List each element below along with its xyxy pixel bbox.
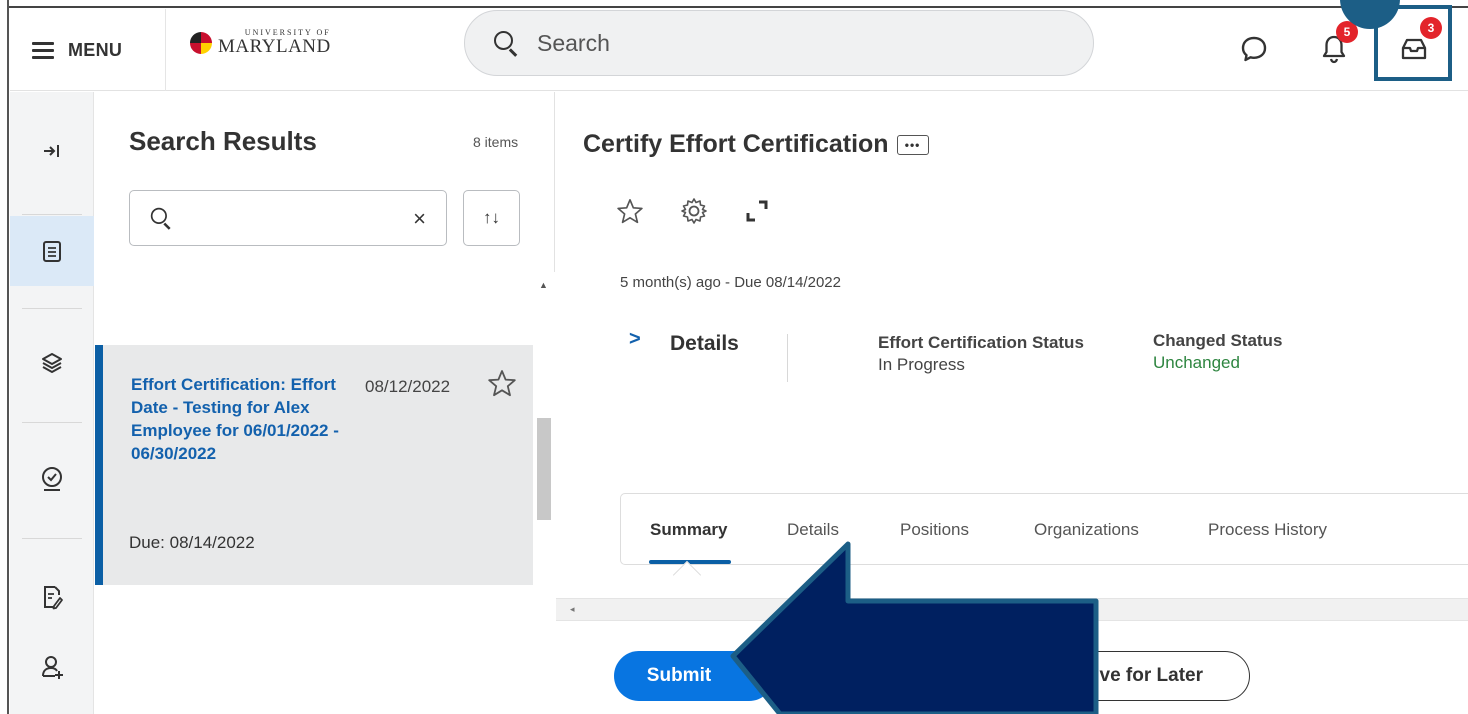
- chat-bubble-icon: [1241, 36, 1267, 62]
- scrollbar-thumb[interactable]: [537, 418, 551, 520]
- rail-item-edit-document[interactable]: [10, 562, 94, 632]
- page-toolbar: [616, 197, 770, 225]
- submit-button[interactable]: Submit: [614, 651, 774, 701]
- inbox-tray-icon: [1401, 38, 1427, 60]
- scroll-up-arrow-icon[interactable]: ▲: [539, 280, 548, 290]
- rail-divider: [22, 422, 82, 423]
- expand-fullscreen-icon[interactable]: [744, 198, 770, 224]
- result-card-due: Due: 08/14/2022: [129, 533, 255, 552]
- related-actions-button[interactable]: •••: [896, 134, 929, 155]
- rail-item-add-person[interactable]: [10, 632, 94, 702]
- rail-divider: [22, 538, 82, 539]
- tab-positions[interactable]: Positions: [900, 520, 969, 540]
- rail-item-tasks[interactable]: [10, 216, 94, 286]
- details-section-label[interactable]: Details: [670, 332, 739, 356]
- tab-bar: Summary Details Positions Organizations …: [620, 493, 1468, 590]
- inbox-badge: 3: [1420, 17, 1442, 39]
- clipboard-icon: [43, 241, 61, 262]
- results-filter-input[interactable]: ×: [129, 190, 447, 246]
- logo-wordmark: UNIVERSITY OF MARYLAND: [218, 29, 331, 57]
- search-placeholder: Search: [537, 29, 610, 56]
- add-person-icon: [42, 656, 63, 679]
- menu-label: MENU: [68, 39, 123, 60]
- search-icon: [150, 207, 172, 230]
- results-count: 8 items: [473, 134, 519, 150]
- field-label: Changed Status: [1153, 331, 1283, 350]
- result-card-title[interactable]: Effort Certification: Effort Date - Test…: [131, 373, 341, 465]
- field-label: Effort Certification Status: [878, 333, 1084, 352]
- clear-search-icon[interactable]: ×: [413, 206, 426, 232]
- chat-button[interactable]: [1234, 29, 1274, 69]
- tab-organizations[interactable]: Organizations: [1034, 520, 1139, 540]
- result-card[interactable]: Effort Certification: Effort Date - Test…: [95, 345, 533, 585]
- scroll-left-arrow-icon[interactable]: ◂: [570, 604, 575, 615]
- field-value: Unchanged: [1153, 353, 1240, 372]
- tab-pointer-notch: [672, 560, 702, 590]
- edit-document-icon: [44, 586, 63, 610]
- global-search-input[interactable]: Search: [464, 10, 1094, 76]
- details-divider: [787, 334, 788, 382]
- tab-summary[interactable]: Summary: [650, 520, 727, 540]
- rail-divider: [22, 308, 82, 309]
- check-circle-icon: [42, 467, 62, 491]
- save-for-later-button[interactable]: ve for Later: [1056, 651, 1250, 701]
- search-results-panel: Search Results 8 items × ↑↓ ▲ Effort Cer…: [95, 92, 555, 714]
- favorite-star-icon[interactable]: [487, 369, 517, 402]
- results-scrollbar[interactable]: ▲: [533, 272, 555, 714]
- task-due-line: 5 month(s) ago - Due 08/14/2022: [620, 274, 841, 291]
- field-effort-status: Effort Certification Status In Progress: [878, 332, 1084, 376]
- expand-details-chevron-icon[interactable]: >: [629, 328, 641, 351]
- sort-icon: ↑↓: [483, 208, 500, 227]
- search-icon: [493, 30, 519, 57]
- favorite-star-icon[interactable]: [616, 198, 644, 224]
- notifications-button[interactable]: 5: [1314, 21, 1358, 69]
- tab-process-history[interactable]: Process History: [1208, 520, 1327, 540]
- page-title-text: Certify Effort Certification: [583, 130, 889, 158]
- menu-button[interactable]: MENU: [10, 9, 166, 91]
- page-title: Certify Effort Certification •••: [583, 130, 929, 159]
- logo-big-text: MARYLAND: [218, 36, 331, 57]
- window-top-edge: [0, 0, 1468, 8]
- action-bar: Submit ve for Later: [556, 620, 1468, 714]
- left-icon-rail: [10, 92, 94, 714]
- sort-button[interactable]: ↑↓: [463, 190, 520, 246]
- result-card-date: 08/12/2022: [365, 377, 451, 396]
- results-title: Search Results: [129, 126, 317, 156]
- gear-icon[interactable]: [680, 197, 708, 225]
- tab-details[interactable]: Details: [787, 520, 839, 540]
- field-value: In Progress: [878, 355, 965, 374]
- field-changed-status: Changed Status Unchanged: [1153, 330, 1282, 374]
- university-logo[interactable]: UNIVERSITY OF MARYLAND: [190, 29, 331, 56]
- main-content: Certify Effort Certification ••• 5 month…: [556, 92, 1468, 714]
- rail-divider: [22, 214, 82, 215]
- window-left-edge: [0, 0, 9, 714]
- rail-item-layers[interactable]: [10, 328, 94, 398]
- rail-item-approvals[interactable]: [10, 444, 94, 514]
- layers-icon: [42, 353, 62, 373]
- hamburger-icon: [32, 42, 54, 59]
- maryland-flag-seal-icon: [190, 31, 212, 54]
- inbox-button[interactable]: 3: [1394, 17, 1442, 69]
- top-bar: MENU UNIVERSITY OF MARYLAND Search 5 3: [10, 0, 1468, 91]
- expand-right-icon: [44, 145, 59, 157]
- expand-panel-button[interactable]: [10, 116, 94, 186]
- horizontal-scrollbar[interactable]: ◂: [556, 598, 1468, 620]
